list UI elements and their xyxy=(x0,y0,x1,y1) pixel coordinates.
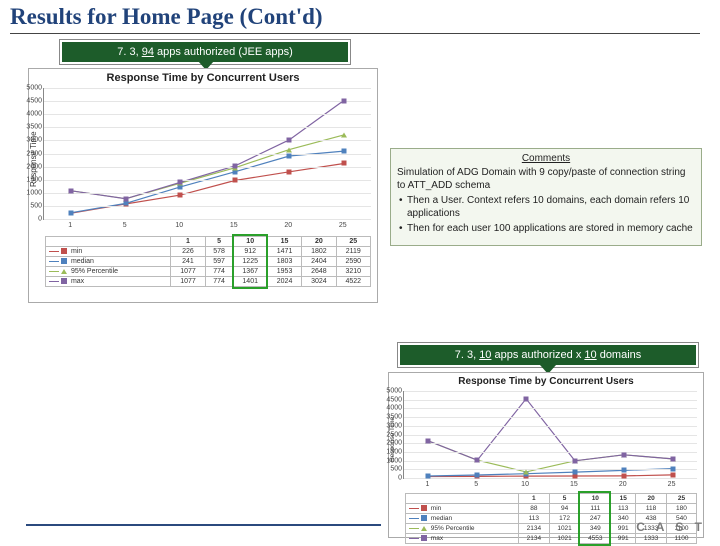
banner-top-text-a: 7. 3, xyxy=(117,46,141,58)
banner-bottom: 7. 3, 10 apps authorized x 10 domains xyxy=(398,343,698,367)
title-underline xyxy=(10,33,700,34)
banner-bottom-text-b: apps authorized x xyxy=(491,349,584,361)
chart-top: Response Time by Concurrent Users Respon… xyxy=(28,68,378,303)
footer-logo: C A S T xyxy=(636,520,706,534)
comments-heading: Comments xyxy=(397,153,695,164)
comments-li2: Then for each user 100 applications are … xyxy=(397,223,695,236)
banner-bottom-underline-2: 10 xyxy=(584,349,596,361)
chart-top-xaxis: 1510152025 xyxy=(41,220,377,232)
banner-top-underline-1: 94 xyxy=(142,46,154,58)
chart-bottom-title: Response Time by Concurrent Users xyxy=(389,373,703,389)
chart-bottom-xaxis: 1510152025 xyxy=(401,479,703,489)
footer-bar xyxy=(26,524,381,526)
chart-bottom-plot: 0500100015002000250030003500400045005000 xyxy=(403,391,697,479)
comments-panel: Comments Simulation of ADG Domain with 9… xyxy=(390,148,702,246)
chart-top-title: Response Time by Concurrent Users xyxy=(29,69,377,86)
banner-top-text-b: apps authorized (JEE apps) xyxy=(154,46,293,58)
chart-top-plot: 0500100015002000250030003500400045005000 xyxy=(43,88,371,220)
banner-bottom-underline-1: 10 xyxy=(479,349,491,361)
banner-bottom-text-c: domains xyxy=(597,349,642,361)
chart-bottom: Response Time by Concurrent Users Respon… xyxy=(388,372,704,538)
chart-top-data-table: 1510152025 min226578912147118022119 medi… xyxy=(45,236,371,287)
banner-bottom-text-a: 7. 3, xyxy=(455,349,479,361)
page-header: Results for Home Page (Cont'd) xyxy=(0,0,720,34)
chart-bottom-data-table: 1510152025 min8894111113118180 median113… xyxy=(405,493,697,544)
chart-top-ylabel: Response Time xyxy=(29,86,41,232)
comments-li1: Then a User. Context refers 10 domains, … xyxy=(397,195,695,220)
page-title: Results for Home Page (Cont'd) xyxy=(10,4,712,30)
comments-p1: Simulation of ADG Domain with 9 copy/pas… xyxy=(397,167,695,192)
